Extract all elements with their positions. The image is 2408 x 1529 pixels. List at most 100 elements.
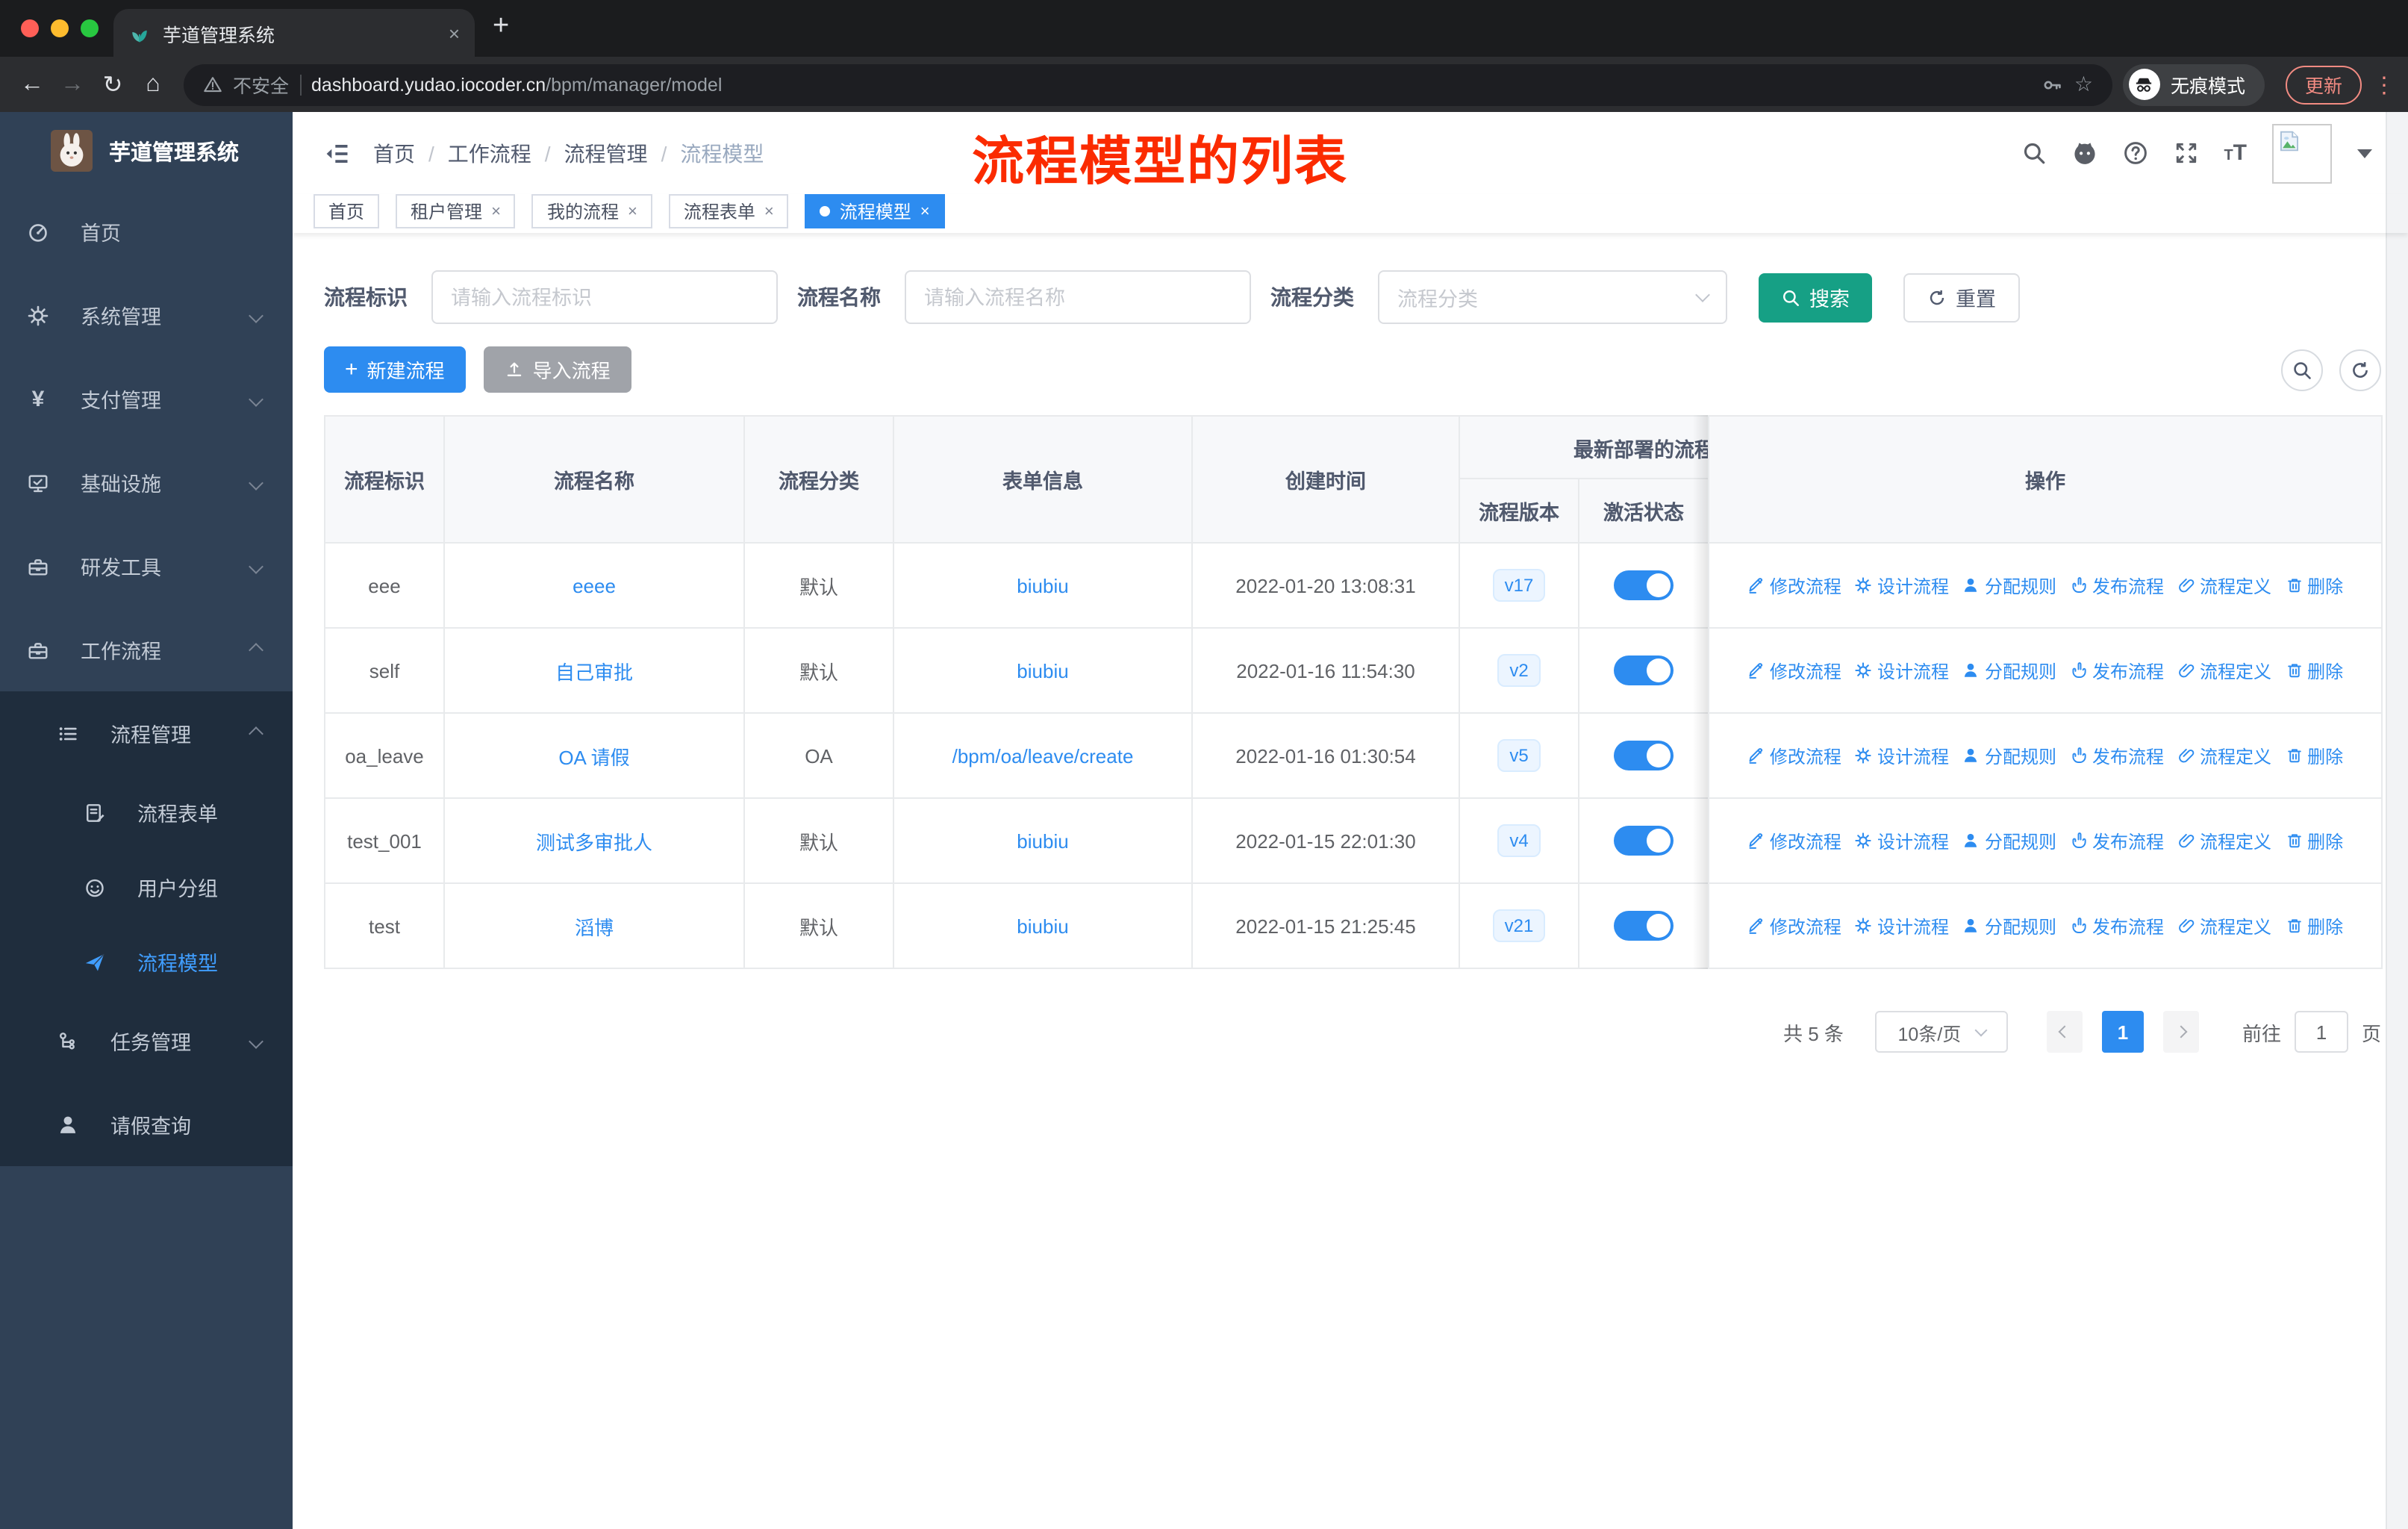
maximize-window-button[interactable] <box>81 19 99 37</box>
sidebar-item-2[interactable]: ¥ 支付管理 <box>0 357 293 440</box>
bookmark-star-icon[interactable]: ☆ <box>2074 72 2093 97</box>
tab-2[interactable]: 我的流程 × <box>531 194 652 228</box>
browser-menu-icon[interactable]: ⋮ <box>2372 71 2396 98</box>
tab-0[interactable]: 首页 <box>314 194 380 228</box>
action-trash-link[interactable]: 删除 <box>2285 743 2343 768</box>
action-cog-link[interactable]: 设计流程 <box>1855 658 1949 683</box>
action-cog-link[interactable]: 设计流程 <box>1855 913 1949 938</box>
minimize-window-button[interactable] <box>51 19 69 37</box>
help-icon[interactable] <box>2122 140 2147 166</box>
sidebar-item-5[interactable]: 工作流程 <box>0 608 293 691</box>
action-hand-link[interactable]: 发布流程 <box>2070 828 2164 853</box>
category-select[interactable]: 流程分类 <box>1378 270 1727 324</box>
action-pencil-link[interactable]: 修改流程 <box>1747 573 1841 598</box>
form-info-link[interactable]: biubiu <box>1017 574 1068 597</box>
action-pencil-link[interactable]: 修改流程 <box>1747 828 1841 853</box>
sidebar-item-0[interactable]: 首页 <box>0 190 293 273</box>
prev-page-button[interactable] <box>2046 1011 2083 1053</box>
action-pencil-link[interactable]: 修改流程 <box>1747 658 1841 683</box>
action-pencil-link[interactable]: 修改流程 <box>1747 913 1841 938</box>
tab-close-icon[interactable]: × <box>628 202 637 220</box>
sidebar-item-4[interactable]: 研发工具 <box>0 524 293 608</box>
action-hand-link[interactable]: 发布流程 <box>2070 573 2164 598</box>
active-toggle[interactable] <box>1614 570 1674 600</box>
close-window-button[interactable] <box>21 19 39 37</box>
action-pencil-link[interactable]: 修改流程 <box>1747 743 1841 768</box>
back-icon[interactable]: ← <box>12 71 52 98</box>
process-name-link[interactable]: 自己审批 <box>555 661 633 683</box>
home-icon[interactable]: ⌂ <box>133 71 173 98</box>
sidebar-subitem-1[interactable]: 流程表单 <box>0 775 293 850</box>
sidebar-subitem-0[interactable]: 流程管理 <box>0 691 293 775</box>
tab-close-icon[interactable]: × <box>764 202 774 220</box>
sidebar-item-1[interactable]: 系统管理 <box>0 273 293 357</box>
font-size-icon[interactable]: TT <box>2224 140 2247 166</box>
action-hand-link[interactable]: 发布流程 <box>2070 913 2164 938</box>
action-cog-link[interactable]: 设计流程 <box>1855 573 1949 598</box>
action-hand-link[interactable]: 发布流程 <box>2070 658 2164 683</box>
action-cog-link[interactable]: 设计流程 <box>1855 828 1949 853</box>
action-trash-link[interactable]: 删除 <box>2285 913 2343 938</box>
action-person-link[interactable]: 分配规则 <box>1962 913 2056 938</box>
form-info-link[interactable]: biubiu <box>1017 659 1068 682</box>
toggle-search-button[interactable] <box>2281 349 2323 390</box>
action-person-link[interactable]: 分配规则 <box>1962 573 2056 598</box>
process-name-link[interactable]: OA 请假 <box>558 746 629 768</box>
tab-close-icon[interactable]: × <box>449 22 460 44</box>
breadcrumb-item[interactable]: 工作流程 <box>448 138 531 168</box>
action-person-link[interactable]: 分配规则 <box>1962 658 2056 683</box>
action-cog-link[interactable]: 设计流程 <box>1855 743 1949 768</box>
new-tab-button[interactable]: + <box>493 10 509 43</box>
process-name-input[interactable] <box>905 270 1251 324</box>
process-name-link[interactable]: eeee <box>573 574 616 597</box>
tab-close-icon[interactable]: × <box>491 202 501 220</box>
search-icon[interactable] <box>2021 140 2046 166</box>
goto-page-input[interactable] <box>2294 1011 2348 1053</box>
reset-button[interactable]: 重置 <box>1903 273 2020 322</box>
process-name-link[interactable]: 滔博 <box>575 916 614 938</box>
process-key-input[interactable] <box>431 270 778 324</box>
reload-icon[interactable]: ↻ <box>93 69 133 99</box>
action-clip-link[interactable]: 流程定义 <box>2177 828 2271 853</box>
search-button[interactable]: 搜索 <box>1759 273 1872 322</box>
process-name-link[interactable]: 测试多审批人 <box>536 831 652 853</box>
action-clip-link[interactable]: 流程定义 <box>2177 913 2271 938</box>
tab-1[interactable]: 租户管理 × <box>396 194 516 228</box>
scrollbar-gutter[interactable] <box>2386 112 2408 1529</box>
breadcrumb-item[interactable]: 首页 <box>373 138 415 168</box>
active-toggle[interactable] <box>1614 826 1674 856</box>
github-icon[interactable] <box>2071 140 2097 166</box>
active-toggle[interactable] <box>1614 741 1674 770</box>
form-info-link[interactable]: biubiu <box>1017 829 1068 852</box>
action-clip-link[interactable]: 流程定义 <box>2177 658 2271 683</box>
fullscreen-icon[interactable] <box>2173 140 2198 166</box>
action-hand-link[interactable]: 发布流程 <box>2070 743 2164 768</box>
sidebar-subitem-3[interactable]: 流程模型 <box>0 924 293 999</box>
refresh-table-button[interactable] <box>2339 349 2381 390</box>
tab-4[interactable]: 流程模型 × <box>805 194 945 228</box>
key-icon[interactable] <box>2043 74 2064 95</box>
sidebar-subitem-2[interactable]: 用户分组 <box>0 850 293 924</box>
create-process-button[interactable]: + 新建流程 <box>324 346 466 393</box>
action-clip-link[interactable]: 流程定义 <box>2177 743 2271 768</box>
current-page-button[interactable]: 1 <box>2101 1011 2144 1053</box>
action-person-link[interactable]: 分配规则 <box>1962 743 2056 768</box>
action-trash-link[interactable]: 删除 <box>2285 573 2343 598</box>
breadcrumb-item[interactable]: 流程管理 <box>564 138 648 168</box>
action-person-link[interactable]: 分配规则 <box>1962 828 2056 853</box>
browser-tab[interactable]: 芋道管理系统 × <box>113 9 475 57</box>
address-bar[interactable]: 不安全 dashboard.yudao.iocoder.cn/bpm/manag… <box>184 63 2112 105</box>
sidebar-subitem-4[interactable]: 任务管理 <box>0 999 293 1083</box>
avatar[interactable] <box>2272 123 2332 183</box>
chevron-down-icon[interactable] <box>2357 149 2372 158</box>
tab-3[interactable]: 流程表单 × <box>668 194 789 228</box>
page-size-select[interactable]: 10条/页 <box>1874 1011 2008 1053</box>
form-info-link[interactable]: /bpm/oa/leave/create <box>952 744 1134 767</box>
next-page-button[interactable] <box>2162 1011 2199 1053</box>
sidebar-subitem-5[interactable]: 请假查询 <box>0 1083 293 1166</box>
sidebar-item-3[interactable]: 基础设施 <box>0 440 293 524</box>
collapse-sidebar-icon[interactable] <box>324 140 351 166</box>
action-trash-link[interactable]: 删除 <box>2285 658 2343 683</box>
active-toggle[interactable] <box>1614 655 1674 685</box>
window-controls[interactable] <box>21 19 99 37</box>
